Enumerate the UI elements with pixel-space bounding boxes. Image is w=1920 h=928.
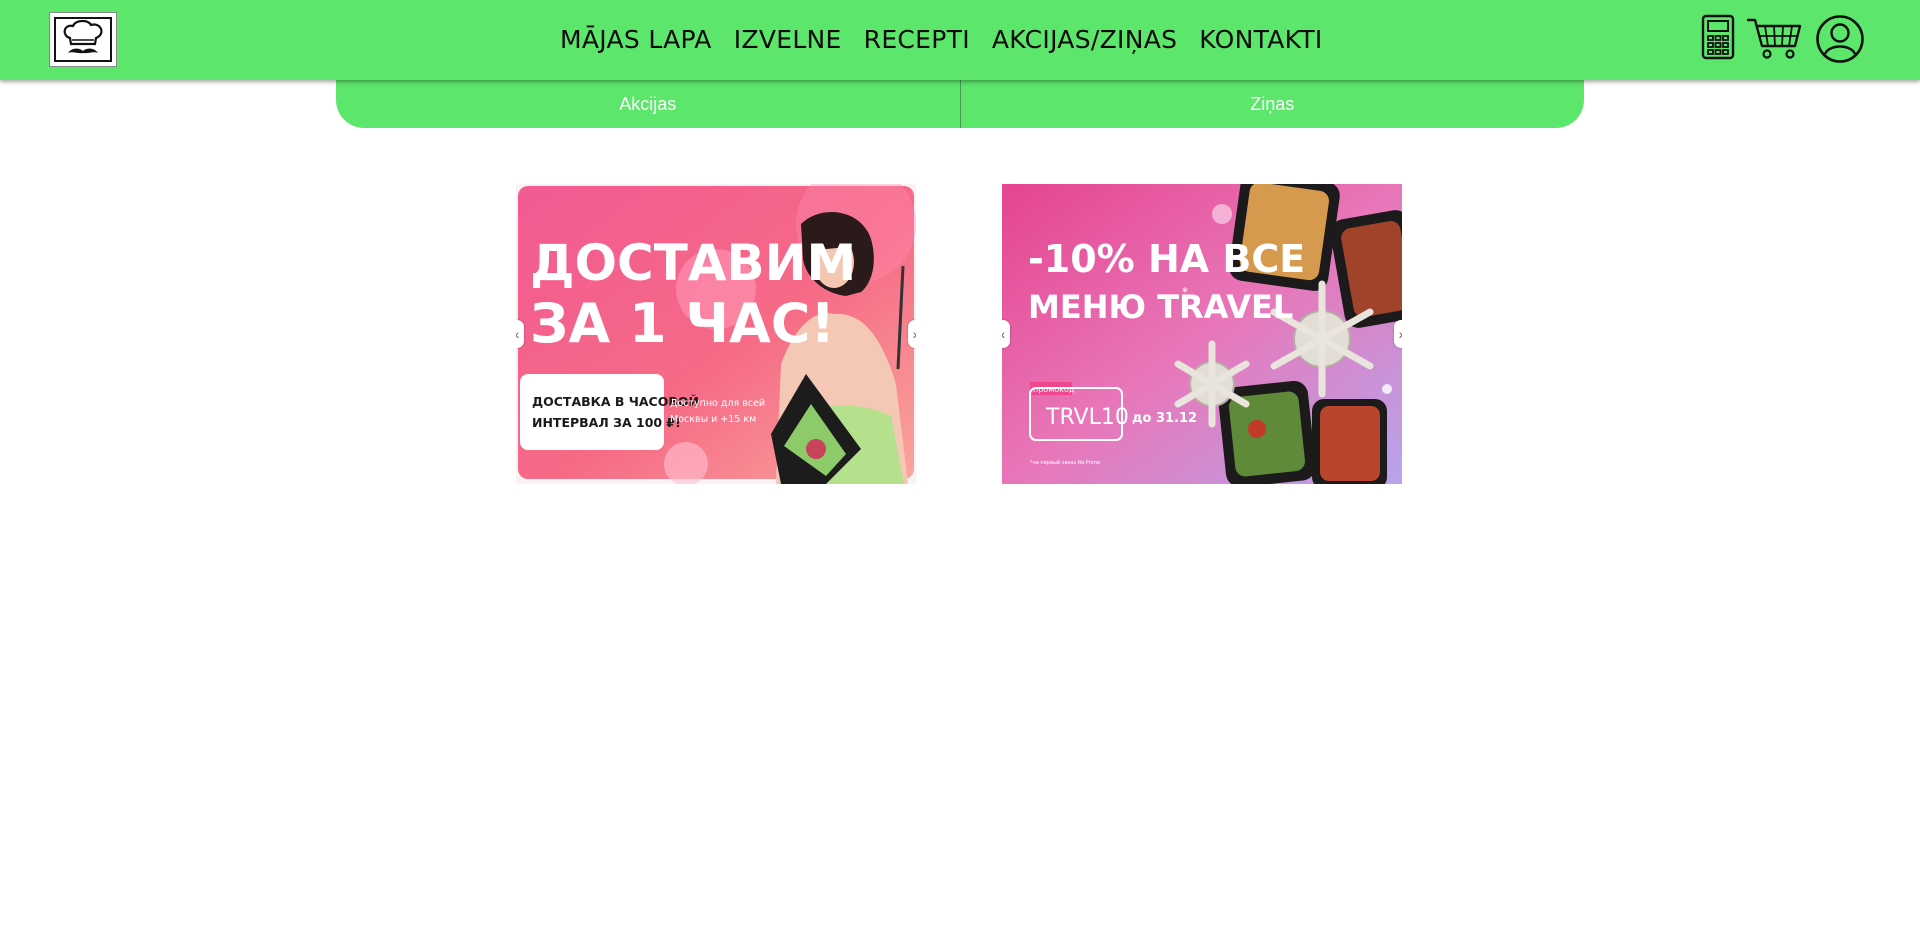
banner-1-note-2: Москвы и +15 км [670,414,756,425]
cart-icon[interactable] [1745,16,1803,65]
banner-1-prev-arrow[interactable]: ‹ [516,320,524,348]
banner-2-prev-arrow[interactable]: ‹ [1002,320,1010,348]
banner-2-promo-until: до 31.12 [1132,411,1197,426]
banner-2-asterisk: * [1182,285,1188,299]
promo-banner-travel[interactable]: -10% НА ВСЕ МЕНЮ TRAVEL * промокод TRVL1… [1002,184,1402,484]
nav-promotions-news[interactable]: AKCIJAS/ZIŅAS [992,0,1177,80]
banner-2-headline-2: МЕНЮ TRAVEL [1028,288,1293,326]
tab-promotions[interactable]: Akcijas [336,80,960,128]
banner-1-headline-2: ЗА 1 ЧАС! [530,292,835,355]
banner-2-promo-code: TRVL10 [1045,405,1129,430]
nav-recipes[interactable]: RECEPTI [864,0,970,80]
banner-2-promo-label: промокод [1033,385,1075,394]
banner-2-fine-print: *на первый заказ Re:Prime [1030,459,1100,466]
promotions-news-subnav: Akcijas Ziņas [336,80,1584,128]
header: MĀJAS LAPA IZVELNE RECEPTI AKCIJAS/ZIŅAS… [0,0,1920,80]
banner-2-headline-1: -10% НА ВСЕ [1028,237,1305,281]
tab-news[interactable]: Ziņas [961,80,1585,128]
chef-hat-icon [54,17,112,62]
main-nav: MĀJAS LAPA IZVELNE RECEPTI AKCIJAS/ZIŅAS… [560,0,1345,80]
banner-1-next-arrow[interactable]: › [908,320,916,348]
chef-logo[interactable] [49,12,117,67]
nav-menu[interactable]: IZVELNE [734,0,842,80]
banner-1-headline-1: ДОСТАВИМ [530,234,856,292]
nav-home[interactable]: MĀJAS LAPA [560,0,712,80]
nav-contacts[interactable]: KONTAKTI [1199,0,1322,80]
banner-1-note-1: Доступно для всей [670,398,765,409]
user-icon[interactable] [1815,14,1865,69]
banner-2-next-arrow[interactable]: › [1394,320,1402,348]
calculator-icon[interactable] [1701,14,1735,65]
banner-1-box-line-2: ИНТЕРВАЛ ЗА 100 ₽! [532,415,681,430]
promo-banner-delivery[interactable]: ДОСТАВИМ ЗА 1 ЧАС! ДОСТАВКА В ЧАСОВОЙ ИН… [516,184,916,484]
